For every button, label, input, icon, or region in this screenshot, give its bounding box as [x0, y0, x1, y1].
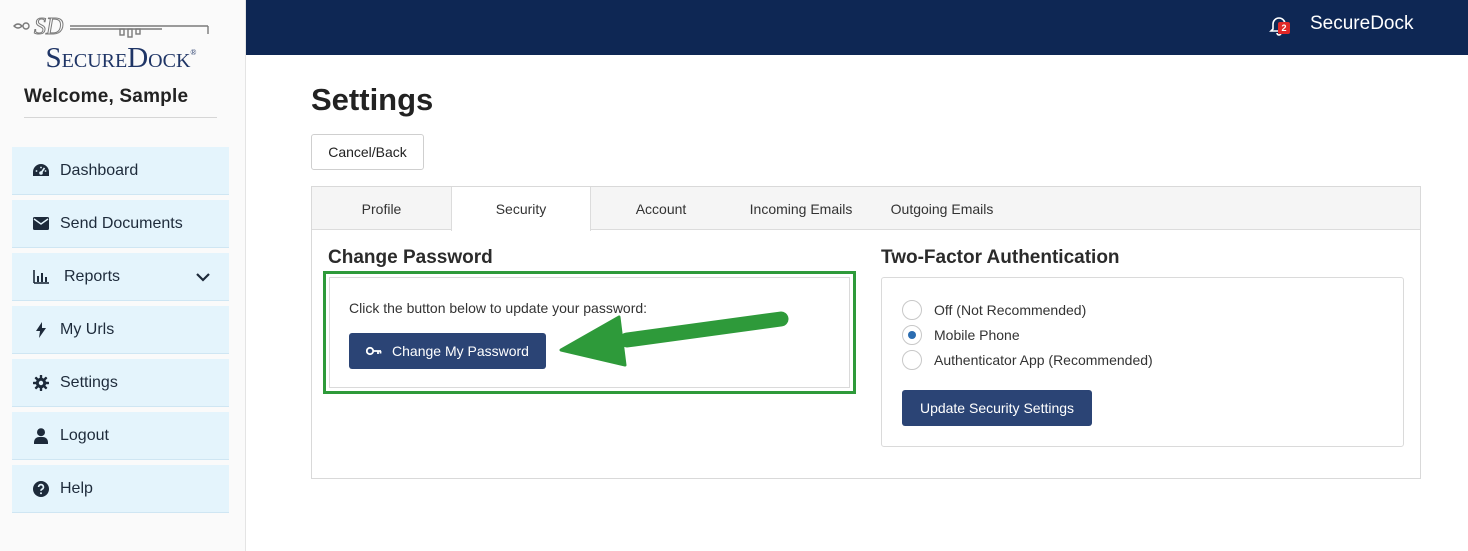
radio-option-mobile-phone[interactable]: Mobile Phone	[902, 325, 1020, 345]
sidebar-item-reports[interactable]: Reports	[12, 253, 229, 301]
two-factor-title: Two-Factor Authentication	[881, 247, 1120, 268]
tab-security[interactable]: Security	[451, 187, 591, 231]
change-password-title: Change Password	[328, 247, 493, 268]
green-arrow-annotation	[559, 311, 789, 367]
dashboard-icon	[31, 161, 51, 181]
bar-chart-icon	[31, 267, 51, 287]
radio-button[interactable]	[902, 350, 922, 370]
radio-label: Off (Not Recommended)	[934, 302, 1087, 318]
page-title: Settings	[311, 82, 434, 117]
sidebar-nav: Dashboard Send Documents Reports My Urls	[12, 147, 229, 518]
chevron-down-icon[interactable]	[195, 269, 211, 285]
radio-label: Mobile Phone	[934, 327, 1020, 343]
logo-wordmark-text: SecureDock	[45, 42, 191, 74]
update-security-settings-button[interactable]: Update Security Settings	[902, 390, 1092, 426]
gear-icon	[31, 373, 51, 393]
sidebar-item-dashboard[interactable]: Dashboard	[12, 147, 229, 195]
cancel-back-button[interactable]: Cancel/Back	[311, 134, 424, 170]
question-circle-icon	[31, 479, 51, 499]
radio-option-authenticator-app[interactable]: Authenticator App (Recommended)	[902, 350, 1153, 370]
sidebar-item-label: My Urls	[60, 320, 115, 338]
radio-button[interactable]	[902, 300, 922, 320]
account-brand-link[interactable]: SecureDock	[1310, 13, 1414, 35]
sidebar-item-my-urls[interactable]: My Urls	[12, 306, 229, 354]
radio-label: Authenticator App (Recommended)	[934, 352, 1153, 368]
tab-outgoing-emails[interactable]: Outgoing Emails	[871, 187, 1013, 230]
sidebar-item-label: Send Documents	[60, 214, 183, 232]
sidebar-item-label: Logout	[60, 426, 109, 444]
user-icon	[31, 426, 51, 446]
tab-account[interactable]: Account	[591, 187, 731, 230]
logo-wordmark: SecureDock®	[12, 42, 230, 75]
key-logo-graphic: SD	[13, 14, 209, 41]
securedock-logo[interactable]: SD SecureDock®	[12, 8, 230, 76]
sidebar-item-label: Reports	[64, 267, 121, 285]
sidebar-item-send-documents[interactable]: Send Documents	[12, 200, 229, 248]
key-icon	[366, 346, 382, 356]
welcome-message: Welcome, Sample	[24, 86, 217, 118]
tab-incoming-emails[interactable]: Incoming Emails	[731, 187, 871, 230]
change-password-button[interactable]: Change My Password	[349, 333, 546, 369]
bolt-icon	[31, 320, 51, 340]
sidebar-item-help[interactable]: Help	[12, 465, 229, 513]
sidebar-item-label: Dashboard	[60, 161, 139, 179]
envelope-icon	[31, 214, 51, 234]
notification-badge: 2	[1278, 22, 1290, 34]
change-password-button-label: Change My Password	[392, 343, 529, 359]
sidebar: SD SecureDock® Welcome, Sample Dashboard…	[0, 0, 246, 551]
radio-option-off[interactable]: Off (Not Recommended)	[902, 300, 1086, 320]
sidebar-item-label: Settings	[60, 373, 118, 391]
radio-button-selected[interactable]	[902, 325, 922, 345]
svg-text:SD: SD	[34, 14, 63, 40]
sidebar-item-logout[interactable]: Logout	[12, 412, 229, 460]
sidebar-item-settings[interactable]: Settings	[12, 359, 229, 407]
tab-profile[interactable]: Profile	[312, 187, 451, 230]
settings-tabs: Profile Security Account Incoming Emails…	[312, 187, 1420, 231]
sidebar-item-label: Help	[60, 479, 93, 497]
registered-mark: ®	[190, 48, 197, 57]
